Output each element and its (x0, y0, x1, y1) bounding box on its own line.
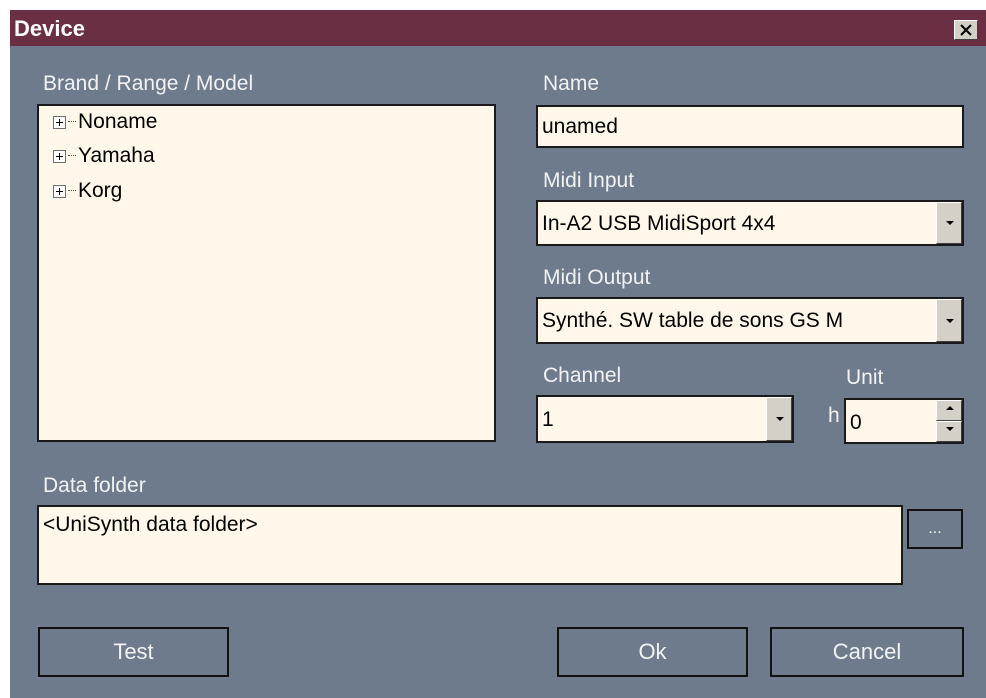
data-folder-label: Data folder (43, 474, 146, 497)
title-bar[interactable]: Device (10, 10, 986, 46)
name-label: Name (543, 72, 600, 95)
channel-select[interactable]: 1 (536, 395, 794, 443)
close-icon (960, 24, 972, 36)
expand-icon[interactable] (53, 149, 66, 163)
tree-item-label: Noname (78, 110, 158, 133)
unit-spinner[interactable]: 0 (844, 398, 964, 444)
spin-up-button[interactable] (936, 400, 962, 421)
channel-value: 1 (542, 408, 554, 431)
name-value: unamed (542, 115, 618, 138)
midi-input-value: In-A2 USB MidiSport 4x4 (542, 212, 776, 235)
tree-item-label: Korg (78, 179, 123, 202)
tree-label: Brand / Range / Model (43, 72, 254, 95)
test-button[interactable]: Test (38, 627, 229, 677)
midi-output-label: Midi Output (543, 266, 651, 289)
spin-down-button[interactable] (936, 421, 962, 442)
midi-output-select[interactable]: Synthé. SW table de sons GS M (536, 297, 964, 344)
cancel-button[interactable]: Cancel (770, 627, 964, 677)
tree-item-korg[interactable]: Korg (53, 177, 122, 205)
tree-item-noname[interactable]: Noname (53, 108, 157, 136)
chevron-down-icon[interactable] (766, 397, 792, 441)
data-folder-value: <UniSynth data folder> (43, 513, 258, 536)
tree-item-label: Yamaha (78, 144, 155, 167)
device-dialog: Device Brand / Range / Model Noname Yama… (10, 10, 986, 698)
midi-input-select[interactable]: In-A2 USB MidiSport 4x4 (536, 200, 964, 246)
expand-icon[interactable] (53, 184, 66, 198)
unit-value: 0 (850, 411, 862, 434)
unit-prefix: h (828, 404, 840, 427)
expand-icon[interactable] (53, 115, 66, 129)
brand-tree[interactable]: Noname Yamaha Korg (37, 104, 496, 442)
name-input[interactable]: unamed (536, 105, 964, 148)
ok-button[interactable]: Ok (557, 627, 748, 677)
channel-label: Channel (543, 364, 622, 387)
window-title: Device (14, 16, 85, 41)
browse-button[interactable]: ... (907, 509, 963, 549)
data-folder-field[interactable]: <UniSynth data folder> (37, 505, 903, 585)
close-button[interactable] (954, 20, 978, 40)
unit-label: Unit (846, 366, 884, 389)
midi-output-value: Synthé. SW table de sons GS M (542, 309, 844, 332)
tree-item-yamaha[interactable]: Yamaha (53, 142, 155, 170)
chevron-down-icon[interactable] (936, 299, 962, 342)
chevron-down-icon[interactable] (936, 202, 962, 244)
midi-input-label: Midi Input (543, 169, 635, 192)
